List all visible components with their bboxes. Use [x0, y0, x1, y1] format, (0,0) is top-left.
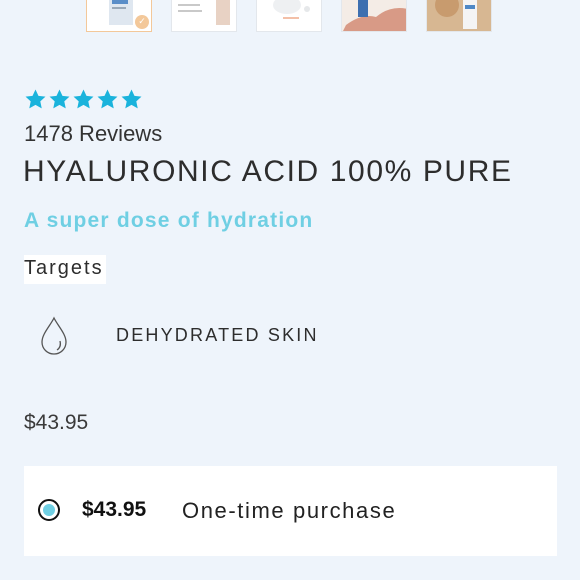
gallery-thumbnail-4[interactable] — [341, 0, 407, 32]
gallery-thumbnail-2[interactable] — [171, 0, 237, 32]
gallery-thumbnail-3[interactable] — [256, 0, 322, 32]
star-icon — [97, 89, 118, 109]
product-subtitle: A super dose of hydration — [24, 209, 314, 232]
water-drop-icon — [41, 316, 67, 355]
purchase-option-label: One-time purchase — [182, 498, 397, 523]
product-price: $43.95 — [24, 411, 89, 434]
purchase-option-radio[interactable] — [38, 499, 60, 521]
rating-stars — [24, 88, 143, 111]
gallery-thumbnail-1[interactable]: ✓ — [86, 0, 152, 32]
target-label: DEHYDRATED SKIN — [116, 325, 319, 345]
gallery-thumbnail-5[interactable] — [426, 0, 492, 32]
star-icon — [25, 89, 46, 109]
radio-selected-dot — [43, 504, 55, 516]
star-icon — [121, 89, 142, 109]
purchase-option-price: $43.95 — [82, 498, 147, 521]
product-image-gallery: ✓ — [86, 0, 506, 34]
purchase-option-one-time[interactable]: $43.95 One-time purchase — [24, 466, 557, 556]
targets-heading: Targets — [24, 255, 106, 284]
target-item-dehydrated-skin: DEHYDRATED SKIN — [36, 314, 336, 360]
product-title: HYALURONIC ACID 100% PURE — [23, 155, 513, 188]
star-icon — [49, 89, 70, 109]
star-icon — [73, 89, 94, 109]
reviews-count-link[interactable]: 1478 Reviews — [24, 121, 162, 147]
selected-check-icon: ✓ — [135, 15, 149, 29]
